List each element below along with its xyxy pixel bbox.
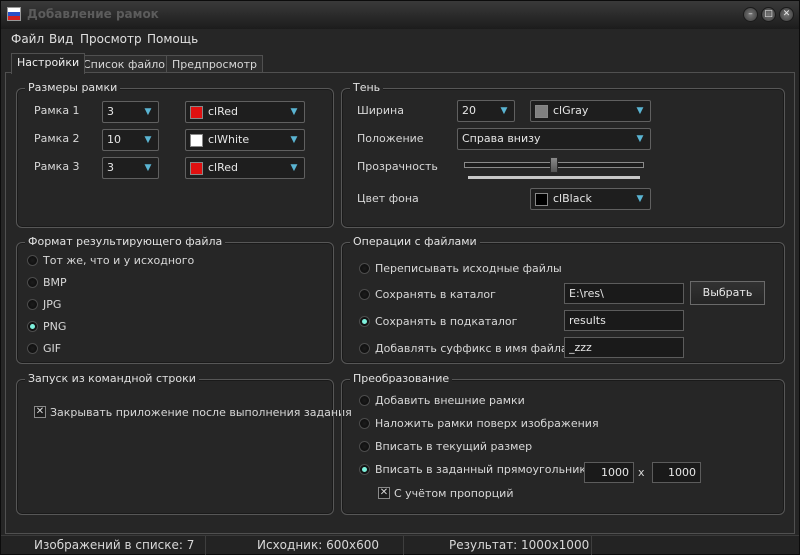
flag-icon (7, 7, 21, 21)
rect-height-input[interactable] (652, 462, 701, 483)
chevron-down-icon[interactable]: ▼ (141, 162, 155, 175)
cmdline-group: Запуск из командной строки ✕ Закрывать п… (16, 372, 352, 515)
frame2-color-swatch (190, 134, 203, 147)
transform-group: Преобразование Добавить внешние рамки На… (341, 372, 785, 515)
frame1-size-select[interactable]: 3 ▼ (102, 101, 159, 123)
frame3-size-select[interactable]: 3 ▼ (102, 157, 159, 179)
minimize-icon[interactable]: – (743, 7, 758, 22)
subfolder-input[interactable] (564, 310, 684, 331)
menu-help[interactable]: Помощь (147, 32, 198, 46)
chevron-down-icon[interactable]: ▼ (497, 105, 511, 118)
rect-times-label: x (638, 466, 645, 479)
shadow-bg-color-swatch (535, 193, 548, 206)
fileops-legend: Операции с файлами (350, 235, 480, 248)
check-mark-icon[interactable]: ✕ (34, 406, 46, 418)
main-window: Добавление рамок – □ ✕ Файл Вид Просмотр… (0, 0, 800, 555)
frame1-label: Рамка 1 (34, 104, 80, 117)
shadow-transparency-label: Прозрачность (357, 160, 438, 173)
shadow-color-swatch (535, 105, 548, 118)
cmdline-legend: Запуск из командной строки (25, 372, 199, 385)
close-icon[interactable]: ✕ (779, 7, 794, 22)
status-result: Результат: 1000x1000 (404, 536, 592, 555)
transparency-slider-base (468, 176, 640, 179)
chevron-down-icon[interactable]: ▼ (141, 134, 155, 147)
format-group: Формат результирующего файла Тот же, что… (16, 235, 334, 364)
shadow-width-label: Ширина (357, 104, 404, 117)
restore-icon[interactable]: □ (761, 7, 776, 22)
status-source: Исходник: 600x600 (206, 536, 404, 555)
menu-preview[interactable]: Просмотр (80, 32, 142, 46)
frame2-label: Рамка 2 (34, 132, 80, 145)
tab-preview[interactable]: Предпросмотр (166, 55, 263, 73)
window-title: Добавление рамок (27, 7, 159, 21)
menu-file[interactable]: Файл (11, 32, 44, 46)
frame2-size-select[interactable]: 10 ▼ (102, 129, 159, 151)
check-mark-icon[interactable]: ✕ (378, 487, 390, 499)
chevron-down-icon[interactable]: ▼ (287, 134, 301, 147)
frame3-color-swatch (190, 162, 203, 175)
frame1-color-select[interactable]: clRed ▼ (185, 101, 305, 123)
chevron-down-icon[interactable]: ▼ (633, 133, 647, 146)
shadow-bg-label: Цвет фона (357, 192, 419, 205)
tab-file-list[interactable]: Список файлов (77, 55, 178, 73)
shadow-color-select[interactable]: clGray ▼ (530, 100, 651, 122)
status-images: Изображений в списке: 7 (1, 536, 206, 555)
status-bar: Изображений в списке: 7 Исходник: 600x60… (1, 535, 799, 555)
chevron-down-icon[interactable]: ▼ (141, 106, 155, 119)
frame3-color-select[interactable]: clRed ▼ (185, 157, 305, 179)
chevron-down-icon[interactable]: ▼ (287, 106, 301, 119)
browse-button[interactable]: Выбрать (690, 281, 765, 305)
menu-bar: Файл Вид Просмотр Помощь (1, 31, 799, 49)
shadow-width-select[interactable]: 20 ▼ (457, 100, 515, 122)
suffix-input[interactable] (564, 337, 684, 358)
transparency-slider-thumb[interactable] (550, 157, 558, 173)
frames-legend: Размеры рамки (25, 81, 121, 94)
fileops-group: Операции с файлами Переписывать исходные… (341, 235, 785, 364)
title-bar[interactable]: Добавление рамок – □ ✕ (1, 1, 799, 29)
frame2-color-select[interactable]: clWhite ▼ (185, 129, 305, 151)
frames-group: Размеры рамки Рамка 1 3 ▼ clRed ▼ Рамка … (16, 81, 334, 228)
shadow-position-label: Положение (357, 132, 424, 145)
transform-legend: Преобразование (350, 372, 453, 385)
rect-width-input[interactable] (584, 462, 634, 483)
menu-view[interactable]: Вид (49, 32, 73, 46)
catalog-path-input[interactable] (564, 283, 684, 304)
frame3-label: Рамка 3 (34, 160, 80, 173)
frame1-color-swatch (190, 106, 203, 119)
chevron-down-icon[interactable]: ▼ (287, 162, 301, 175)
shadow-position-select[interactable]: Справа внизу ▼ (457, 128, 651, 150)
shadow-bg-color-select[interactable]: clBlack ▼ (530, 188, 651, 210)
tab-settings[interactable]: Настройки (11, 53, 86, 74)
chevron-down-icon[interactable]: ▼ (633, 193, 647, 206)
shadow-group: Тень Ширина 20 ▼ clGray ▼ Положение Спра… (341, 81, 785, 228)
format-legend: Формат результирующего файла (25, 235, 226, 248)
chevron-down-icon[interactable]: ▼ (633, 105, 647, 118)
tab-strip: Настройки Список файлов Предпросмотр (1, 53, 799, 74)
shadow-legend: Тень (350, 81, 384, 94)
